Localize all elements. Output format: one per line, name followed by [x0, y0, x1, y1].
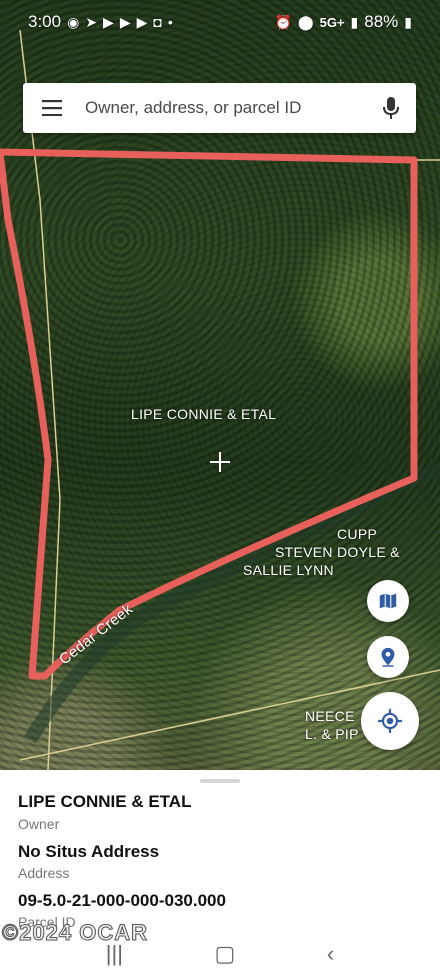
owner-label: Owner — [18, 816, 60, 832]
neighbor-label: SALLIE LYNN — [243, 562, 334, 578]
sheet-drag-handle[interactable] — [200, 779, 240, 783]
alarm-icon: ⏰ — [274, 13, 292, 30]
parcel-id-value: 09-5.0-21-000-000-030.000 — [18, 891, 226, 910]
youtube-icon: ▶ — [103, 13, 114, 30]
location-icon: ⬤ — [297, 13, 314, 30]
map-layers-button[interactable] — [367, 580, 409, 622]
hamburger-menu-button[interactable] — [23, 100, 83, 116]
neighbor-label: NEECE — [305, 708, 355, 724]
owner-value: LIPE CONNIE & ETAL — [18, 792, 192, 811]
network-type: 5G+ — [319, 14, 345, 30]
back-button[interactable]: ‹ — [327, 941, 334, 967]
status-bar: 3:00 ◉ ➤ ▶ ▶ ▶ ◘ • ⏰ ⬤ 5G+ ▮ 88% ▮ — [0, 0, 440, 44]
battery-icon: ▮ — [404, 13, 412, 30]
neighbor-label: L. & PIP — [305, 726, 359, 742]
location-pin-icon — [381, 647, 395, 667]
crosshair-icon — [210, 452, 230, 472]
voice-search-button[interactable] — [366, 96, 416, 120]
drop-pin-button[interactable] — [367, 636, 409, 678]
microphone-icon — [383, 97, 399, 119]
map-icon — [379, 593, 397, 609]
search-input[interactable] — [83, 97, 366, 119]
hamburger-icon — [42, 100, 62, 116]
address-label: Address — [18, 865, 70, 881]
neighbor-label: STEVEN DOYLE & — [275, 544, 400, 560]
telegram-icon: ➤ — [85, 13, 98, 30]
neighbor-label: CUPP — [337, 526, 378, 542]
home-button[interactable]: ▢ — [215, 941, 236, 967]
more-notifications-icon: • — [167, 14, 173, 30]
watermark: ©2024 OCAR — [1, 920, 149, 946]
search-bar — [23, 83, 416, 133]
instagram-icon: ◘ — [153, 14, 162, 30]
my-location-button[interactable] — [361, 692, 419, 750]
youtube-icon: ▶ — [119, 13, 131, 30]
battery-percent: 88% — [364, 12, 399, 31]
status-time: 3:00 — [28, 12, 62, 31]
messenger-icon: ◉ — [67, 13, 80, 30]
parcel-owner-label: LIPE CONNIE & ETAL — [131, 406, 277, 422]
gps-crosshair-icon — [378, 709, 402, 733]
address-value: No Situs Address — [18, 842, 160, 861]
youtube-icon: ▶ — [136, 13, 148, 30]
signal-icon: ▮ — [350, 13, 359, 30]
